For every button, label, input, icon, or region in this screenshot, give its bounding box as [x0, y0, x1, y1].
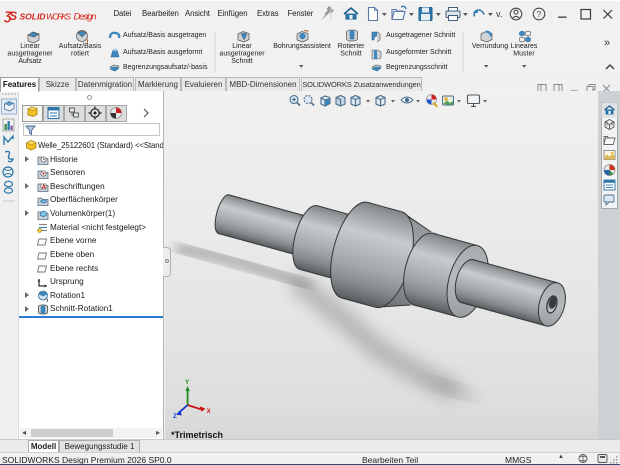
svg-text:Aufsatz/Basis ausgeformt: Aufsatz/Basis ausgeformt	[123, 49, 202, 56]
svg-text:X: X	[207, 409, 211, 415]
svg-text:»: »	[604, 37, 610, 49]
svg-text:?: ?	[537, 9, 542, 19]
svg-text:Linear: Linear	[20, 43, 40, 50]
svg-text:Rotierter: Rotierter	[338, 43, 366, 50]
svg-text:Begrenzungsschnitt: Begrenzungsschnitt	[386, 64, 448, 71]
svg-text:Muster: Muster	[513, 51, 535, 58]
svg-text:ausgetragener: ausgetragener	[7, 51, 53, 58]
svg-text:Schnitt: Schnitt	[231, 58, 252, 65]
svg-text:Bohrungsassistent: Bohrungsassistent	[273, 43, 331, 50]
svg-text:Design: Design	[74, 12, 97, 23]
svg-text:*Trimetrisch: *Trimetrisch	[171, 430, 223, 439]
svg-text:Linear: Linear	[232, 43, 252, 50]
svg-text:ausgetragener: ausgetragener	[219, 51, 265, 58]
svg-text:WORKS: WORKS	[46, 12, 71, 22]
svg-text:Ausgetragener Schnitt: Ausgetragener Schnitt	[386, 32, 455, 39]
svg-text:Aufsatz/Basis: Aufsatz/Basis	[59, 43, 102, 50]
svg-text:Verrundung: Verrundung	[472, 43, 508, 50]
svg-text:SOLID: SOLID	[20, 12, 46, 22]
svg-text:Y: Y	[185, 380, 189, 386]
svg-text:Lineares: Lineares	[511, 43, 538, 50]
svg-text:ƷS: ƷS	[4, 11, 18, 23]
svg-text:A: A	[42, 185, 46, 191]
svg-text:rotiert: rotiert	[71, 51, 89, 58]
svg-text:Aufsatz/Basis ausgetragen: Aufsatz/Basis ausgetragen	[123, 32, 206, 39]
svg-text:Aufsatz: Aufsatz	[18, 58, 42, 65]
svg-text:Begrenzungsaufsatz/-basis: Begrenzungsaufsatz/-basis	[123, 64, 208, 71]
svg-text:Schnitt: Schnitt	[340, 51, 361, 58]
svg-text:Z: Z	[173, 414, 177, 420]
svg-text:Ausgeformter Schnitt: Ausgeformter Schnitt	[386, 49, 451, 56]
svg-text:v.: v.	[496, 9, 502, 19]
